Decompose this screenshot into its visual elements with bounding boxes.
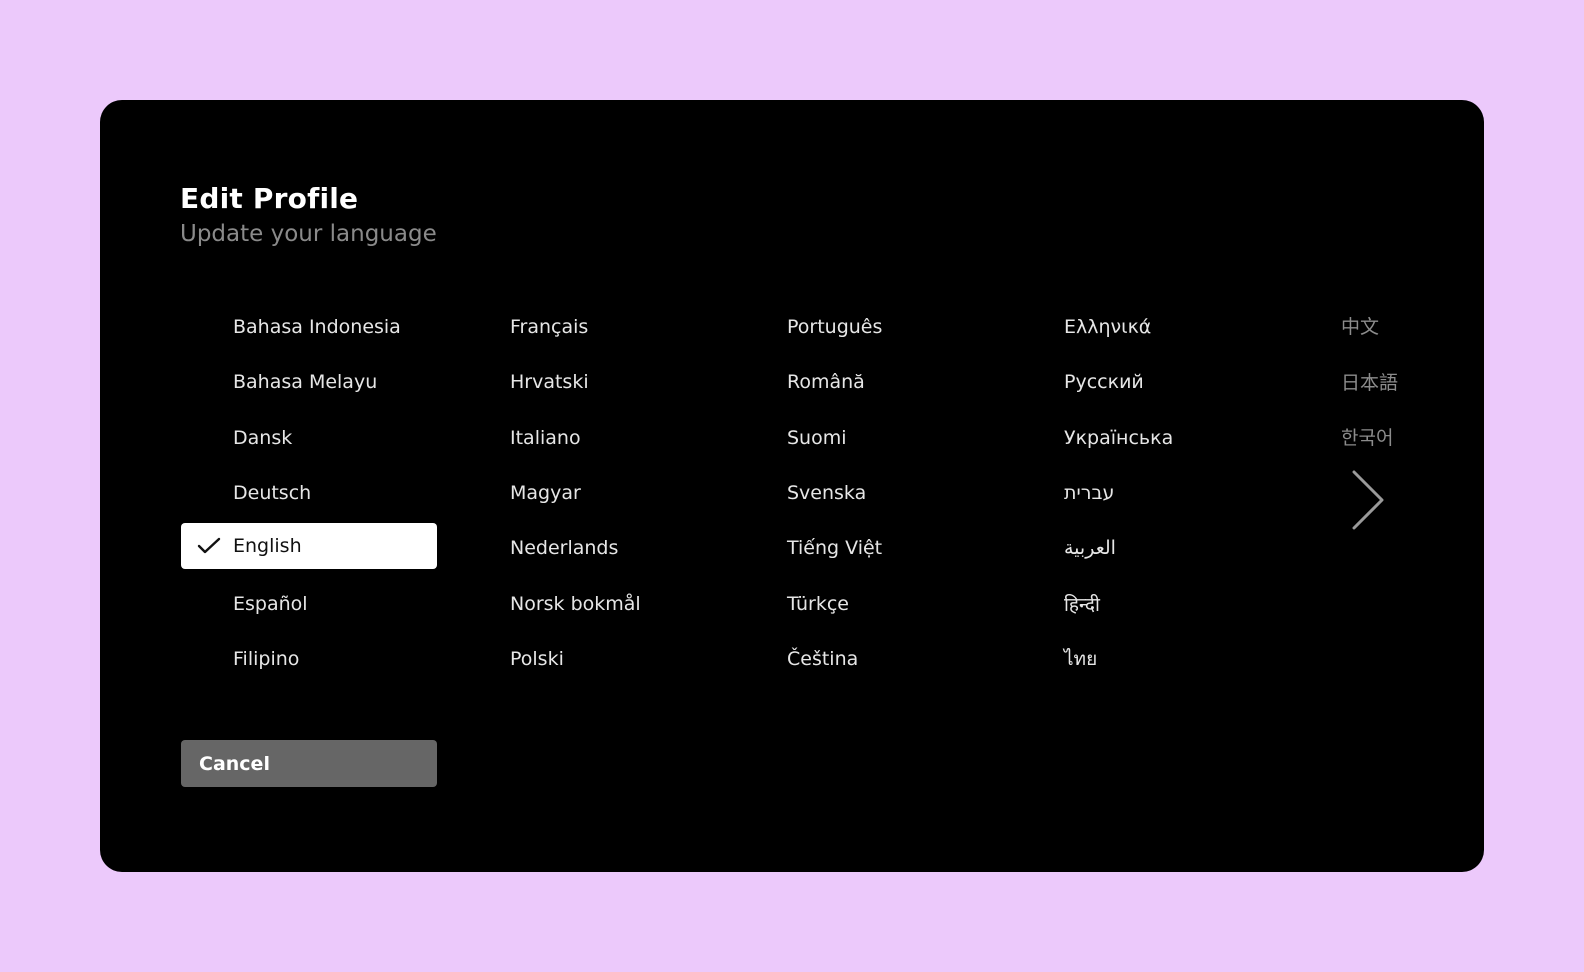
language-label: English xyxy=(233,535,302,557)
language-option-francais[interactable]: Français xyxy=(458,304,714,350)
language-label: Português xyxy=(787,316,883,338)
language-option-cestina[interactable]: Čeština xyxy=(735,636,991,682)
language-label: Hrvatski xyxy=(510,371,589,393)
language-option-hrvatski[interactable]: Hrvatski xyxy=(458,359,714,405)
language-label: 中文 xyxy=(1341,315,1380,338)
language-label: Dansk xyxy=(233,427,293,449)
language-label: Suomi xyxy=(787,427,847,449)
language-option-bahasa-melayu[interactable]: Bahasa Melayu xyxy=(181,359,437,405)
language-label: Norsk bokmål xyxy=(510,593,641,615)
language-option-turkce[interactable]: Türkçe xyxy=(735,581,991,627)
chevron-right-icon[interactable] xyxy=(1348,468,1388,532)
language-label: ไทย xyxy=(1064,648,1098,670)
page-subtitle: Update your language xyxy=(180,221,437,247)
language-label: Filipino xyxy=(233,648,300,670)
language-label: Bahasa Melayu xyxy=(233,371,378,393)
language-option-arabic[interactable]: العربية xyxy=(1012,525,1268,571)
language-label: Magyar xyxy=(510,482,581,504)
tv-screen: Edit Profile Update your language Bahasa… xyxy=(100,100,1484,872)
language-label: Deutsch xyxy=(233,482,312,504)
language-option-hebrew[interactable]: עברית xyxy=(1012,470,1268,516)
language-option-dansk[interactable]: Dansk xyxy=(181,415,437,461)
language-option-nederlands[interactable]: Nederlands xyxy=(458,525,714,571)
language-option-polski[interactable]: Polski xyxy=(458,636,714,682)
language-label: Bahasa Indonesia xyxy=(233,316,401,338)
language-option-greek[interactable]: Ελληνικά xyxy=(1012,304,1268,350)
check-icon xyxy=(197,537,221,554)
language-option-ukrainian[interactable]: Українська xyxy=(1012,415,1268,461)
language-option-tieng-viet[interactable]: Tiếng Việt xyxy=(735,525,991,571)
language-label: עברית xyxy=(1064,482,1115,504)
language-option-thai[interactable]: ไทย xyxy=(1012,636,1268,682)
language-option-bahasa-indonesia[interactable]: Bahasa Indonesia xyxy=(181,304,437,350)
cancel-button[interactable]: Cancel xyxy=(181,740,437,787)
language-label: Türkçe xyxy=(787,593,849,615)
language-label: Čeština xyxy=(787,648,859,670)
language-option-korean[interactable]: 한국어 xyxy=(1289,413,1393,459)
language-option-filipino[interactable]: Filipino xyxy=(181,636,437,682)
language-option-svenska[interactable]: Svenska xyxy=(735,470,991,516)
language-label: Polski xyxy=(510,648,564,670)
language-option-romana[interactable]: Română xyxy=(735,359,991,405)
language-option-chinese[interactable]: 中文 xyxy=(1289,302,1379,348)
language-label: Italiano xyxy=(510,427,581,449)
language-label: Español xyxy=(233,593,308,615)
language-label: Ελληνικά xyxy=(1064,316,1152,338)
language-label: Tiếng Việt xyxy=(787,537,883,559)
page-header: Edit Profile Update your language xyxy=(180,182,437,250)
language-option-japanese[interactable]: 日本語 xyxy=(1289,358,1398,404)
language-option-portugues[interactable]: Português xyxy=(735,304,991,350)
language-label: 日本語 xyxy=(1341,371,1399,394)
language-label: العربية xyxy=(1064,537,1116,559)
language-option-espanol[interactable]: Español xyxy=(181,581,437,627)
page-title: Edit Profile xyxy=(180,182,359,215)
language-label: Nederlands xyxy=(510,537,619,559)
language-label: 한국어 xyxy=(1341,426,1394,449)
language-option-english[interactable]: English xyxy=(181,523,437,569)
language-option-suomi[interactable]: Suomi xyxy=(735,415,991,461)
language-label: Русский xyxy=(1064,371,1144,393)
language-label: Svenska xyxy=(787,482,867,504)
language-label: Українська xyxy=(1064,427,1174,449)
language-label: Română xyxy=(787,371,865,393)
language-label: हिन्दी xyxy=(1064,594,1100,616)
language-option-norsk-bokmal[interactable]: Norsk bokmål xyxy=(458,581,714,627)
language-option-russian[interactable]: Русский xyxy=(1012,359,1268,405)
language-option-deutsch[interactable]: Deutsch xyxy=(181,470,437,516)
language-option-hindi[interactable]: हिन्दी xyxy=(1012,581,1268,627)
language-option-magyar[interactable]: Magyar xyxy=(458,470,714,516)
language-label: Français xyxy=(510,316,589,338)
language-option-italiano[interactable]: Italiano xyxy=(458,415,714,461)
